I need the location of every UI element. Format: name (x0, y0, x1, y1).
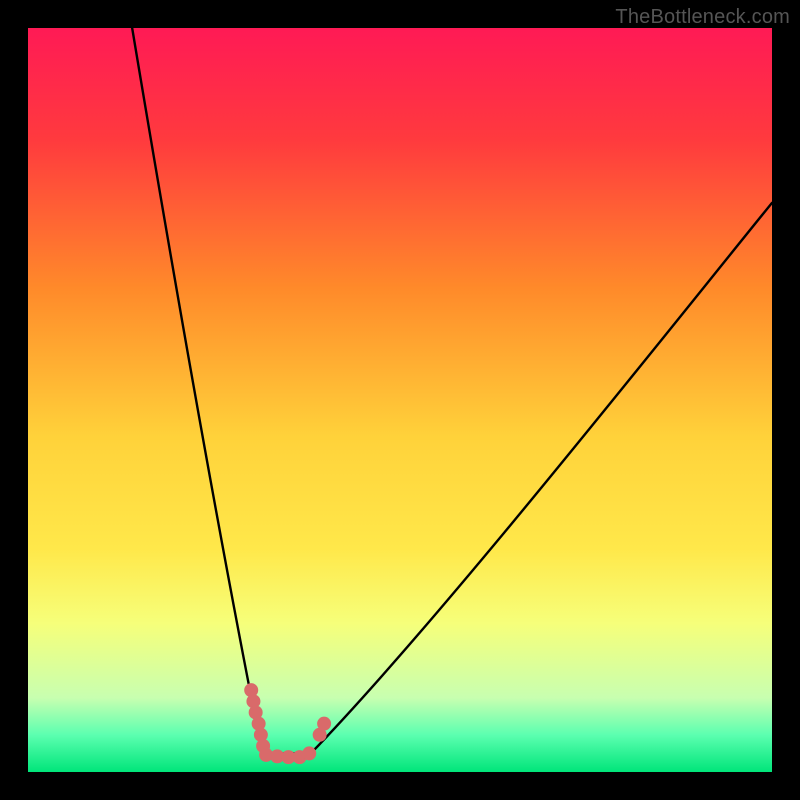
watermark-text: TheBottleneck.com (615, 6, 790, 29)
plot-area (28, 28, 772, 772)
bottleneck-curve (132, 28, 772, 753)
optimal-marker-group (244, 683, 331, 764)
optimal-marker (317, 717, 331, 731)
optimal-marker (302, 746, 316, 760)
chart-frame: TheBottleneck.com (0, 0, 800, 800)
chart-svg (28, 28, 772, 772)
